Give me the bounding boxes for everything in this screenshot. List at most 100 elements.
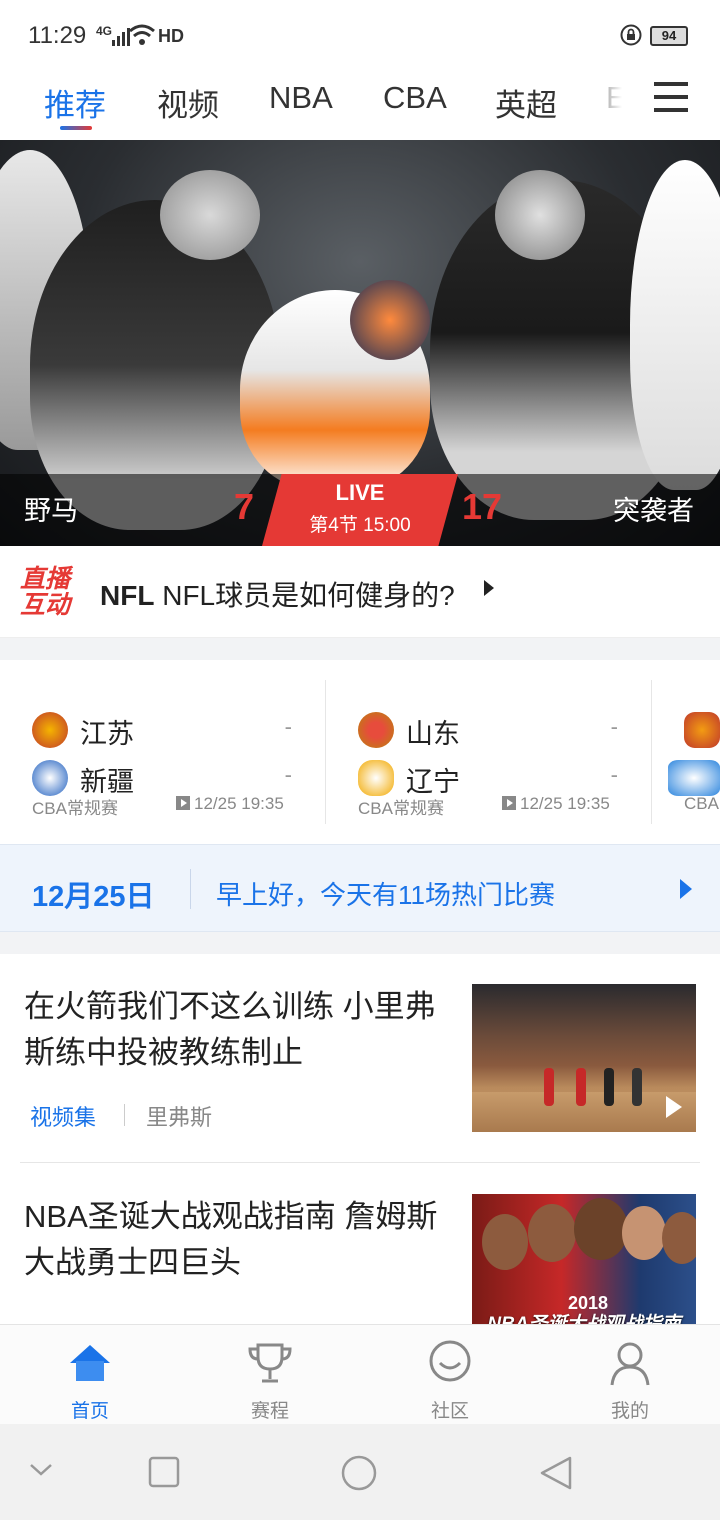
team-name: 江苏 — [80, 719, 134, 749]
status-bar: 11:29 4G HD 94 — [0, 0, 720, 70]
match-time: 12/25 19:35 — [502, 794, 610, 814]
player-face-shape — [622, 1206, 666, 1260]
team-logo-icon — [32, 712, 68, 748]
network-type: 4G — [96, 24, 113, 38]
live-game-banner[interactable]: 野马 7 LIVE 第4节 15:00 17 突袭者 — [0, 140, 720, 546]
player-face-shape — [482, 1214, 528, 1270]
chevron-down-icon[interactable] — [28, 1460, 54, 1480]
match-carousel[interactable]: 江苏 - 新疆 - CBA常规赛 12/25 19:35 山东 - 辽宁 - C… — [0, 660, 720, 844]
menu-icon[interactable] — [654, 82, 690, 118]
news-item[interactable]: NBA圣诞大战观战指南 詹姆斯大战勇士四巨头 2018 NBA圣诞大战观战指南 — [0, 1164, 720, 1342]
live-badge: LIVE 第4节 15:00 — [262, 474, 458, 546]
nav-community[interactable]: 社区 — [400, 1339, 500, 1423]
today-games-banner[interactable]: 12月25日 早上好，今天有11场热门比赛 — [0, 844, 720, 932]
hero-helmet-shape — [160, 170, 260, 260]
chevron-right-icon — [484, 580, 494, 596]
match-card-partial[interactable]: CBA — [652, 680, 720, 824]
match-team-row — [668, 758, 720, 798]
player-shape — [632, 1068, 642, 1106]
score-left: 7 — [234, 486, 255, 527]
team-score: - — [284, 714, 292, 739]
live-interact-logo: 直播 互动 — [20, 565, 71, 619]
bottom-nav: 首页 赛程 社区 我的 — [0, 1324, 720, 1424]
team-logo-icon — [32, 760, 68, 796]
match-card[interactable]: 山东 - 辽宁 - CBA常规赛 12/25 19:35 — [326, 680, 652, 824]
team-logo-icon — [358, 760, 394, 796]
match-card[interactable]: 江苏 - 新疆 - CBA常规赛 12/25 19:35 — [0, 680, 326, 824]
back-icon[interactable] — [538, 1454, 574, 1492]
tab-premier-league[interactable]: 英超 — [495, 80, 557, 125]
nav-profile[interactable]: 我的 — [580, 1339, 680, 1423]
news-thumbnail[interactable]: 2018 NBA圣诞大战观战指南 — [472, 1194, 696, 1342]
nav-schedule[interactable]: 赛程 — [220, 1339, 320, 1423]
nav-home[interactable]: 首页 — [40, 1339, 140, 1423]
section-gap — [0, 638, 720, 660]
hero-player-shape — [630, 160, 720, 490]
play-icon — [666, 1096, 682, 1118]
video-icon — [176, 796, 190, 810]
battery-indicator: 94 — [650, 26, 688, 46]
rotation-lock-icon — [620, 24, 642, 46]
news-item[interactable]: 在火箭我们不这么训练 小里弗斯练中投被教练制止 视频集 里弗斯 — [0, 954, 720, 1164]
tab-fade — [580, 72, 640, 140]
tab-video[interactable]: 视频 — [157, 80, 219, 125]
category-tabs: 推荐 视频 NBA CBA 英超 E — [0, 72, 720, 140]
player-shape — [604, 1068, 614, 1106]
live-interact-bar[interactable]: 直播 互动 NFL NFL球员是如何健身的? — [0, 546, 720, 638]
live-label: LIVE — [335, 480, 385, 505]
hero-helmet-shape — [495, 170, 585, 260]
team-logo-icon — [668, 760, 720, 796]
tab-nba[interactable]: NBA — [269, 80, 333, 116]
match-league: CBA — [684, 794, 719, 813]
hero-helmet-shape — [350, 280, 430, 360]
team-logo-icon — [684, 712, 720, 748]
video-icon — [502, 796, 516, 810]
chat-icon — [429, 1340, 471, 1382]
game-period: 第4节 15:00 — [309, 515, 411, 536]
chevron-right-icon — [680, 879, 692, 899]
interact-headline: NFL球员是如何健身的? — [162, 580, 455, 611]
news-thumbnail[interactable] — [472, 984, 696, 1132]
team-right: 突袭者 — [613, 496, 694, 526]
match-team-row: 江苏 - — [32, 710, 302, 750]
hd-indicator: HD — [158, 26, 184, 46]
team-score: - — [284, 762, 292, 787]
team-logo-icon — [358, 712, 394, 748]
news-source: 里弗斯 — [146, 1105, 213, 1130]
trophy-icon — [248, 1343, 292, 1383]
team-left: 野马 — [24, 496, 78, 526]
live-interact-text: NFL NFL球员是如何健身的? — [100, 574, 455, 614]
player-face-shape — [662, 1212, 696, 1264]
player-shape — [576, 1068, 586, 1106]
match-time: 12/25 19:35 — [176, 794, 284, 814]
player-shape — [544, 1068, 554, 1106]
banner-date: 12月25日 — [32, 881, 155, 913]
system-nav-bar — [0, 1424, 720, 1520]
recents-icon[interactable] — [148, 1456, 180, 1488]
home-icon — [70, 1345, 110, 1381]
tab-recommended[interactable]: 推荐 — [44, 80, 106, 125]
player-face-shape — [574, 1198, 628, 1260]
active-tab-indicator — [60, 126, 92, 130]
status-time: 11:29 — [28, 22, 87, 49]
team-score: - — [610, 762, 618, 787]
team-score: - — [610, 714, 618, 739]
news-tag[interactable]: 视频集 — [30, 1100, 96, 1132]
news-title: NBA圣诞大战观战指南 詹姆斯大战勇士四巨头 — [24, 1199, 438, 1280]
league-label: NFL — [100, 580, 155, 611]
divider — [190, 869, 191, 909]
tab-cba[interactable]: CBA — [383, 80, 447, 116]
match-team-row: 新疆 - — [32, 758, 302, 798]
wifi-icon — [129, 24, 155, 45]
news-title: 在火箭我们不这么训练 小里弗斯练中投被教练制止 — [24, 989, 436, 1070]
match-league: CBA常规赛 — [32, 799, 118, 818]
team-name: 山东 — [406, 719, 460, 749]
profile-icon — [610, 1342, 650, 1386]
match-team-row: 辽宁 - — [358, 758, 628, 798]
player-face-shape — [528, 1204, 576, 1262]
divider — [124, 1104, 125, 1126]
score-right: 17 — [462, 486, 503, 527]
banner-message: 早上好，今天有11场热门比赛 — [216, 880, 555, 910]
home-button-icon[interactable] — [340, 1454, 378, 1492]
match-team-row: 山东 - — [358, 710, 628, 750]
